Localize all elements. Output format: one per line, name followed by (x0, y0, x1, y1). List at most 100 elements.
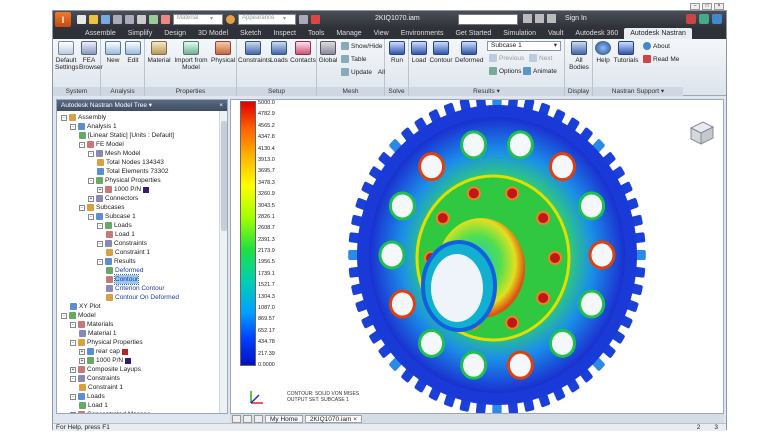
update-all-button[interactable]: Update All (341, 68, 385, 76)
expand-icon[interactable]: + (79, 357, 85, 364)
expand-icon[interactable]: + (70, 411, 76, 413)
tree-item[interactable]: XY Plot (70, 302, 101, 311)
select-icon[interactable] (161, 15, 170, 24)
tree-item[interactable]: - Model (61, 311, 96, 320)
collapse-icon[interactable]: - (70, 339, 76, 346)
save-icon[interactable] (101, 15, 110, 24)
tree-item[interactable]: + rear cap (79, 347, 128, 356)
constraints-button[interactable]: Constraints (238, 41, 271, 64)
cart-icon[interactable] (686, 14, 696, 24)
tab-design[interactable]: Design (158, 28, 192, 39)
read-me-button[interactable]: Read Me (643, 55, 679, 63)
tab-tools[interactable]: Tools (302, 28, 330, 39)
tree-item[interactable]: - Physical Properties (88, 176, 161, 185)
close-button[interactable]: × (714, 3, 724, 10)
tree-item[interactable]: + Connectors (88, 194, 138, 203)
exchange-icon[interactable] (699, 14, 709, 24)
subcase-select[interactable]: Subcase 1 ▾ (487, 41, 561, 51)
tab-environments[interactable]: Environments (395, 28, 450, 39)
tab-manage[interactable]: Manage (330, 28, 367, 39)
collapse-icon[interactable]: - (97, 240, 103, 247)
material-button[interactable]: Material (147, 41, 171, 64)
tab-my-home[interactable]: My Home (265, 414, 303, 423)
collapse-icon[interactable]: - (61, 114, 67, 121)
help-icon[interactable] (712, 14, 722, 24)
viewcube-icon[interactable] (687, 118, 715, 146)
update-icon[interactable] (149, 15, 158, 24)
collapse-icon[interactable]: - (61, 312, 67, 319)
tree-item[interactable]: - Subcase 1 (88, 212, 136, 221)
tree-item[interactable]: +1000 P/N (79, 356, 132, 365)
new-file-icon[interactable] (77, 15, 86, 24)
physical-button[interactable]: Physical (211, 41, 235, 64)
tree-item[interactable]: - Results (97, 257, 136, 266)
model-tree-header[interactable]: Autodesk Nastran Model Tree ▾ × (57, 100, 227, 111)
search-icon[interactable] (523, 14, 532, 23)
tree-item[interactable]: Total Nodes 134343 (97, 158, 164, 167)
tree-item[interactable]: Constraint 1 (106, 248, 150, 257)
show-hide-button[interactable]: Show/Hide (341, 42, 382, 50)
all-bodies-button[interactable]: All Bodies (568, 41, 590, 71)
collapse-icon[interactable]: - (79, 141, 85, 148)
loads-button[interactable]: Loads (269, 41, 289, 64)
next-button[interactable]: Next (529, 54, 552, 62)
tree-item[interactable]: - Subcases (79, 203, 125, 212)
collapse-icon[interactable]: - (70, 375, 76, 382)
contour-button[interactable]: Contour (429, 41, 453, 64)
collapse-icon[interactable]: - (97, 258, 103, 265)
appearance-combo[interactable]: Appearance ▾ (238, 14, 296, 25)
tab-sketch[interactable]: Sketch (234, 28, 267, 39)
collapse-icon[interactable]: - (70, 393, 76, 400)
sign-in-link[interactable]: Sign In (565, 15, 587, 22)
tree-item[interactable]: Material 1 (79, 329, 117, 338)
material-combo[interactable]: Material ▾ (173, 14, 223, 25)
tree-item[interactable]: Contour On Deformed (106, 293, 179, 302)
tree-item[interactable]: Load 1 (106, 230, 135, 239)
collapse-icon[interactable]: - (79, 204, 85, 211)
tab-inspect[interactable]: Inspect (267, 28, 302, 39)
close-icon[interactable]: × (353, 416, 357, 423)
load-results-button[interactable]: Load (411, 41, 427, 64)
about-button[interactable]: About (643, 42, 670, 50)
collapse-icon[interactable]: - (88, 177, 94, 184)
tab-autodesk-360[interactable]: Autodesk 360 (569, 28, 624, 39)
scrollbar-thumb[interactable] (221, 121, 227, 231)
fea-model-render[interactable] (231, 100, 724, 414)
tree-item[interactable]: Deformed (106, 266, 144, 275)
close-icon[interactable]: × (219, 100, 223, 111)
tab-simplify[interactable]: Simplify (122, 28, 159, 39)
expand-icon[interactable]: + (88, 195, 94, 202)
tree-item[interactable]: Total Elements 73302 (97, 167, 169, 176)
tree-item[interactable]: - Loads (70, 392, 105, 401)
menu-icon[interactable] (254, 414, 263, 423)
tree-item[interactable]: [Linear Static] [Units : Default] (79, 131, 174, 140)
undo-icon[interactable] (113, 15, 122, 24)
collapse-icon[interactable]: - (97, 222, 103, 229)
tab-get-started[interactable]: Get Started (449, 28, 497, 39)
options-button[interactable]: Options (489, 67, 521, 75)
collapse-icon[interactable]: - (70, 123, 76, 130)
help-search-input[interactable] (458, 14, 518, 25)
tree-item[interactable]: - Constraints (70, 374, 120, 383)
home-icon[interactable] (137, 15, 146, 24)
default-settings-button[interactable]: Default Settings (55, 41, 79, 71)
collapse-icon[interactable]: - (88, 150, 94, 157)
global-mesh-button[interactable]: Global (318, 41, 338, 64)
deformed-button[interactable]: Deformed (455, 41, 484, 64)
cascade-icon[interactable] (243, 414, 252, 423)
star-icon[interactable] (535, 14, 544, 23)
contacts-button[interactable]: Contacts (290, 41, 316, 64)
tree-item[interactable]: + Concentrated Masses (70, 410, 150, 413)
clear-icon[interactable] (311, 15, 320, 24)
adjust-icon[interactable] (299, 15, 308, 24)
tab-simulation[interactable]: Simulation (497, 28, 542, 39)
tree-item[interactable]: - Assembly (61, 113, 106, 122)
tree-item[interactable]: - Mesh Model (88, 149, 140, 158)
tab-3d-model[interactable]: 3D Model (192, 28, 234, 39)
collapse-icon[interactable]: - (70, 321, 76, 328)
fea-browser-button[interactable]: FEA Browser (79, 41, 103, 71)
tab-assemble[interactable]: Assemble (79, 28, 122, 39)
graphics-viewport[interactable]: 5000.0 4782.9 4565.2 4347.8 4130.4 3913.0 3695… (230, 99, 724, 414)
help-button[interactable]: Help (595, 41, 611, 64)
import-from-model-button[interactable]: Import from Model (173, 41, 209, 71)
